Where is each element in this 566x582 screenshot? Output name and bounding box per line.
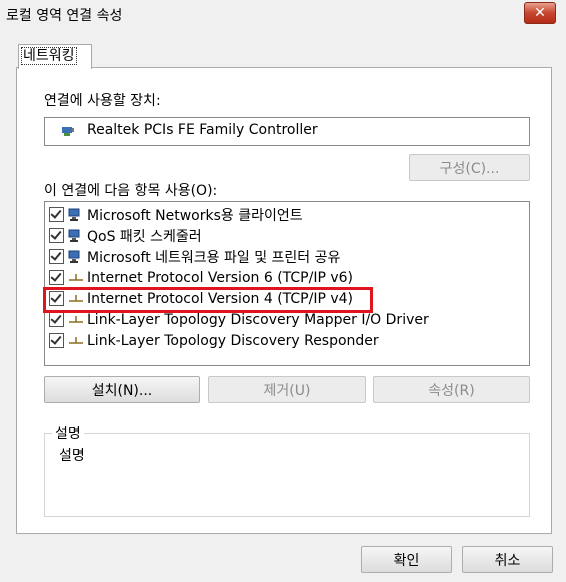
tab-networking[interactable]: 네트워킹 — [18, 44, 92, 69]
device-name: Realtek PCIs FE Family Controller — [87, 122, 318, 138]
properties-button[interactable]: 속성(R) — [373, 376, 530, 403]
cancel-button-label: 취소 — [494, 552, 521, 569]
item-checkbox[interactable] — [49, 333, 64, 348]
uninstall-button[interactable]: 제거(U) — [208, 376, 366, 403]
ok-button[interactable]: 확인 — [361, 546, 452, 573]
window-title: 로컬 영역 연결 속성 — [6, 8, 123, 24]
install-button-label: 설치(N)... — [91, 382, 153, 399]
ok-button-label: 확인 — [393, 552, 420, 569]
configure-button[interactable]: 구성(C)... — [409, 154, 530, 181]
highlight-box — [43, 287, 373, 313]
item-checkbox[interactable] — [49, 270, 64, 285]
list-item[interactable]: Microsoft Networks용 클라이언트 — [49, 204, 519, 225]
list-item[interactable]: QoS 패킷 스케줄러 — [49, 225, 519, 246]
item-label: Microsoft 네트워크용 파일 및 프린터 공유 — [87, 249, 341, 266]
device-field: Realtek PCIs FE Family Controller — [44, 117, 530, 146]
close-button[interactable]: ✕ — [524, 2, 556, 24]
network-client-icon — [68, 208, 80, 221]
network-service-icon — [68, 250, 80, 263]
protocol-icon — [69, 336, 83, 344]
protocol-icon — [69, 315, 83, 323]
items-section-label: 이 연결에 다음 항목 사용(O): — [44, 183, 218, 199]
description-text: 설명 — [59, 448, 85, 464]
network-service-icon — [68, 229, 80, 242]
properties-button-label: 속성(R) — [428, 382, 475, 399]
configure-button-label: 구성(C)... — [439, 160, 500, 177]
item-label: QoS 패킷 스케줄러 — [87, 228, 202, 245]
list-item[interactable]: Link-Layer Topology Discovery Responder — [49, 330, 519, 351]
item-checkbox[interactable] — [49, 249, 64, 264]
item-label: Link-Layer Topology Discovery Mapper I/O… — [87, 311, 429, 328]
network-adapter-icon — [62, 127, 74, 136]
tab-networking-label: 네트워킹 — [21, 47, 77, 65]
item-checkbox[interactable] — [49, 207, 64, 222]
item-checkbox[interactable] — [49, 228, 64, 243]
item-label: Microsoft Networks용 클라이언트 — [87, 207, 303, 224]
list-item[interactable]: Microsoft 네트워크용 파일 및 프린터 공유 — [49, 246, 519, 267]
protocol-icon — [69, 273, 83, 281]
close-icon: ✕ — [534, 5, 546, 21]
item-checkbox[interactable] — [49, 312, 64, 327]
description-legend: 설명 — [52, 423, 84, 443]
cancel-button[interactable]: 취소 — [462, 546, 553, 573]
description-group — [44, 433, 530, 517]
item-label: Link-Layer Topology Discovery Responder — [87, 332, 379, 349]
uninstall-button-label: 제거(U) — [263, 382, 311, 399]
title-bar: 로컬 영역 연결 속성 ✕ — [0, 0, 566, 28]
list-item[interactable]: Internet Protocol Version 6 (TCP/IP v6) — [49, 267, 519, 288]
install-button[interactable]: 설치(N)... — [44, 376, 200, 403]
item-label: Internet Protocol Version 6 (TCP/IP v6) — [87, 269, 353, 286]
component-list[interactable]: Microsoft Networks용 클라이언트 QoS 패킷 스케줄러 Mi… — [44, 201, 530, 366]
connect-using-label: 연결에 사용할 장치: — [44, 93, 161, 109]
